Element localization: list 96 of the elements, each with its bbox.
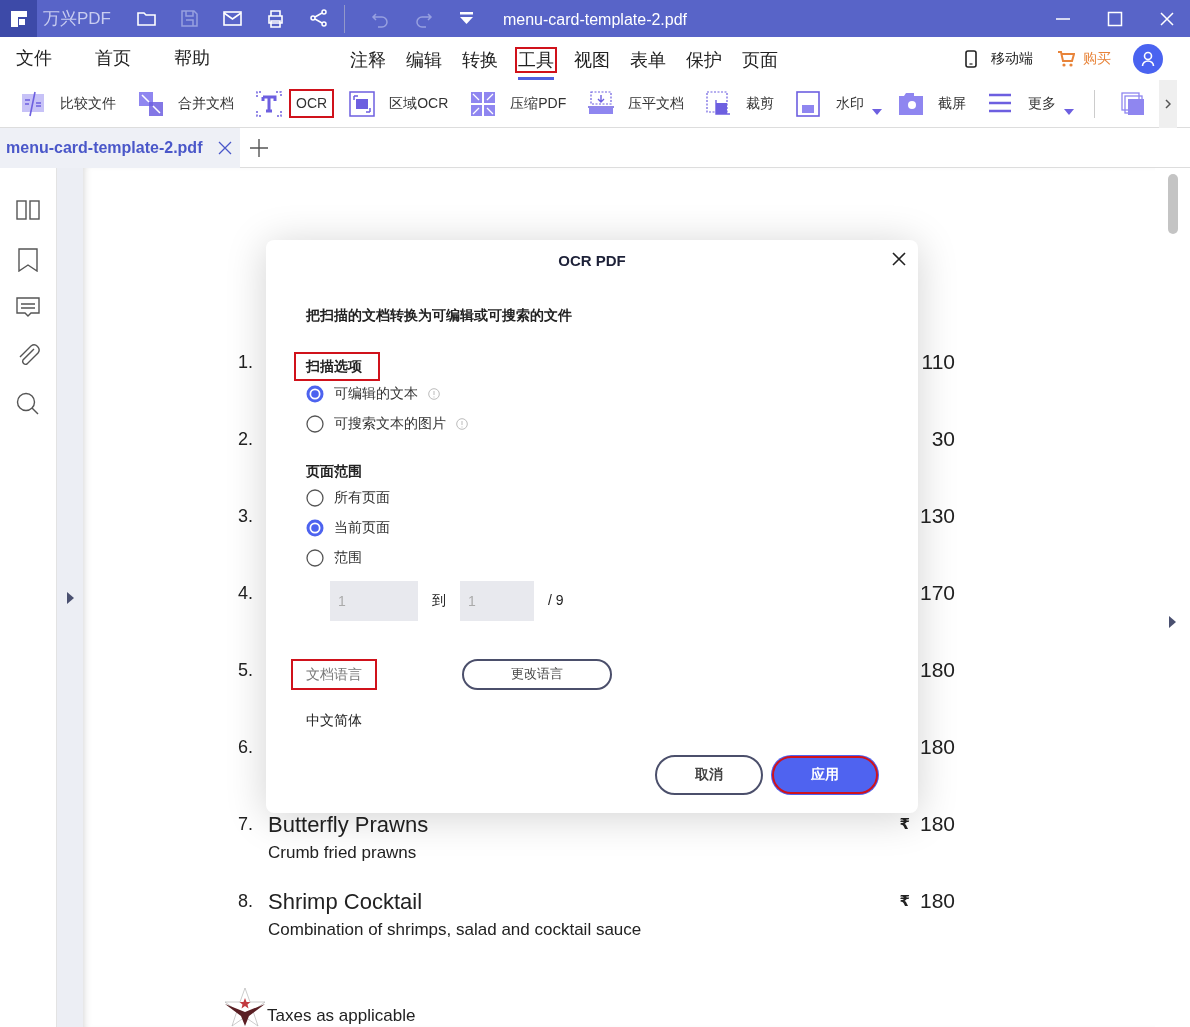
- menu-tab[interactable]: 视图: [574, 37, 610, 80]
- window-title: menu-card-template-2.pdf: [502, 10, 688, 30]
- avatar-icon[interactable]: [1133, 43, 1163, 74]
- close-icon[interactable]: [1158, 9, 1176, 28]
- menu-tab[interactable]: 保护: [686, 37, 722, 80]
- flatten-icon: [588, 90, 615, 117]
- item-description: Crumb fried prawns: [268, 842, 418, 864]
- text-frame-icon: [256, 90, 282, 117]
- menu-tab[interactable]: 页面: [742, 37, 778, 80]
- dialog-subtitle: 把扫描的文档转换为可编辑或可搜索的文件: [306, 305, 573, 325]
- radio-option[interactable]: 所有页面: [306, 482, 390, 513]
- app-name: 万兴PDF: [43, 7, 111, 30]
- item-price: 130: [919, 504, 955, 528]
- item-number: 8.: [238, 890, 254, 913]
- tool-button[interactable]: OCR: [256, 90, 332, 117]
- item-number: 6.: [238, 736, 254, 759]
- item-price: 30: [931, 427, 955, 451]
- menu-tab[interactable]: 注释: [350, 37, 386, 80]
- chevron-right-icon[interactable]: [1165, 98, 1172, 109]
- star-logo-icon: [223, 986, 267, 1027]
- menu-item[interactable]: 文件: [16, 45, 95, 72]
- tool-button[interactable]: 区域OCR: [349, 90, 453, 117]
- tool-button[interactable]: 压缩PDF: [470, 90, 571, 117]
- radio-option[interactable]: 可搜索文本的图片: [306, 408, 468, 439]
- tool-button[interactable]: 比较文件: [20, 90, 120, 117]
- tool-button[interactable]: 更多: [988, 90, 1061, 117]
- item-price: 180: [919, 735, 955, 759]
- expand-arrow-icon[interactable]: [66, 592, 74, 604]
- merge-icon: [138, 90, 164, 117]
- footnote-text: Taxes as applicable: [267, 1004, 416, 1027]
- to-label: 到: [432, 591, 446, 610]
- tool-button[interactable]: 水印: [796, 90, 869, 117]
- printer-icon[interactable]: [265, 8, 286, 29]
- pages-icon[interactable]: [1121, 91, 1146, 116]
- currency-sign: ₹: [899, 814, 910, 834]
- share-icon[interactable]: [308, 8, 329, 29]
- close-button[interactable]: [892, 252, 906, 266]
- item-price: 180: [919, 658, 955, 682]
- section-heading: 扫描选项: [296, 353, 378, 379]
- page-total: / 9: [548, 591, 564, 610]
- camera-icon: [898, 90, 925, 117]
- item-number: 2.: [238, 428, 254, 451]
- item-price: 180: [919, 812, 955, 836]
- item-number: 7.: [238, 813, 254, 836]
- close-icon: [892, 252, 906, 266]
- crop-icon: [706, 90, 733, 117]
- radio-option[interactable]: 可编辑的文本: [306, 378, 440, 409]
- language-label: 文档语言: [294, 661, 374, 687]
- logo-icon: [8, 8, 29, 29]
- menu-tab[interactable]: 编辑: [406, 37, 442, 80]
- item-number: 1.: [238, 351, 254, 374]
- change-language-button[interactable]: 更改语言: [462, 658, 612, 690]
- menu-item[interactable]: 帮助: [174, 45, 253, 72]
- language-value: 中文简体: [306, 710, 363, 730]
- scrollbar-thumb[interactable]: [1167, 174, 1178, 234]
- cart-icon: [1057, 49, 1075, 68]
- item-description: Combination of shrimps, salad and cocktail sauce: [268, 919, 642, 941]
- close-icon[interactable]: [218, 140, 233, 155]
- mail-icon[interactable]: [222, 8, 243, 29]
- menu-tab[interactable]: 表单: [630, 37, 666, 80]
- item-price: 180: [919, 889, 955, 913]
- currency-sign: ₹: [899, 891, 910, 911]
- item-price: 170: [919, 581, 955, 605]
- tool-button[interactable]: 裁剪: [706, 90, 779, 117]
- plus-icon[interactable]: [250, 138, 269, 157]
- tool-button[interactable]: 合并文档: [138, 90, 238, 117]
- caret-icon: [872, 108, 883, 115]
- user-icon: [1141, 50, 1155, 67]
- collapse-arrow-icon[interactable]: [1169, 616, 1176, 628]
- item-name: Shrimp Cocktail: [268, 889, 424, 915]
- section-heading: 页面范围: [306, 461, 362, 481]
- tool-button[interactable]: 截屏: [898, 90, 971, 117]
- tool-button[interactable]: 压平文档: [588, 90, 689, 117]
- compress-icon: [470, 90, 497, 117]
- bookmark-icon[interactable]: [16, 248, 40, 272]
- mobile-link[interactable]: 移动端: [991, 48, 1033, 69]
- maximize-icon[interactable]: [1106, 9, 1124, 28]
- item-number: 4.: [238, 582, 254, 605]
- watermark-icon: [796, 90, 823, 117]
- item-number: 3.: [238, 505, 254, 528]
- apply-button[interactable]: 应用: [771, 754, 879, 795]
- caret-icon: [1064, 108, 1075, 115]
- radio-option[interactable]: 当前页面: [306, 512, 390, 543]
- compare-icon: [20, 90, 46, 117]
- search-icon[interactable]: [16, 392, 40, 416]
- menu-tab[interactable]: 工具: [518, 37, 554, 80]
- dialog-title: OCR PDF: [557, 251, 627, 271]
- menu-item[interactable]: 首页: [95, 45, 174, 72]
- item-number: 5.: [238, 659, 254, 682]
- cancel-button[interactable]: 取消: [655, 754, 763, 795]
- item-name: Butterfly Prawns: [268, 812, 429, 838]
- scan-frame-icon: [349, 90, 376, 117]
- item-price: 110: [921, 350, 955, 374]
- menu-tab[interactable]: 转换: [462, 37, 498, 80]
- phone-icon: [965, 49, 977, 68]
- radio-option[interactable]: 范围: [306, 542, 362, 573]
